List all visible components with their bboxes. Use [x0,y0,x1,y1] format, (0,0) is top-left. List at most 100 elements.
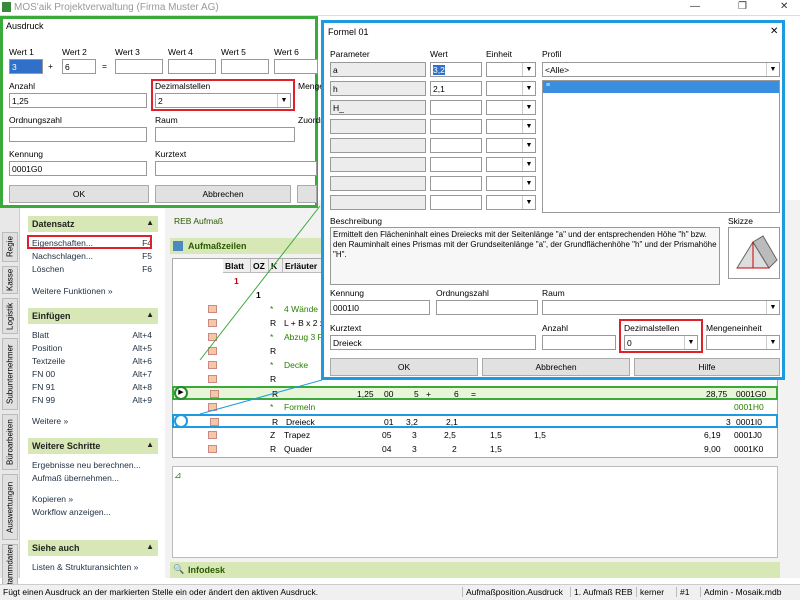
einheit-h-select[interactable]: ▼ [486,81,536,96]
col-parameter: Parameter [330,49,370,59]
minimize-icon[interactable]: — [690,1,700,12]
status-user: kerner [636,587,664,597]
tab-bueroarbeiten[interactable]: Büroarbeiten [2,414,18,470]
raum-input[interactable] [155,127,295,142]
ok-button[interactable]: OK [330,358,478,376]
chevron-down-icon[interactable]: ▼ [522,120,535,133]
restore-icon[interactable]: ❐ [738,1,747,12]
wert3-input[interactable] [115,59,163,74]
circle-icon[interactable] [174,414,188,428]
chevron-down-icon[interactable]: ▼ [522,139,535,152]
einheit-H-select[interactable]: ▼ [486,100,536,115]
tab-kasse[interactable]: Kasse [2,266,18,294]
chevron-down-icon[interactable]: ▼ [522,63,535,76]
tab-regie[interactable]: Regie [2,232,18,262]
anzahl-input[interactable]: 1,25 [9,93,147,108]
wert-H-input[interactable] [430,100,482,115]
chevron-down-icon[interactable]: ▼ [766,336,779,349]
cancel-button[interactable]: Abbrechen [482,358,630,376]
wert2-input[interactable]: 6 [62,59,96,74]
menu-fn00[interactable]: FN 00 Alt+7 [32,369,152,379]
wert-empty-input[interactable] [430,195,482,210]
einheit-empty-select[interactable]: ▼ [486,157,536,172]
einheit-a-select[interactable]: ▼ [486,62,536,77]
menu-fn91[interactable]: FN 91 Alt+8 [32,382,152,392]
einheit-empty-select[interactable]: ▼ [486,176,536,191]
cancel-button[interactable]: Abbrechen [155,185,291,203]
collapse-icon[interactable]: ▲ [146,542,154,551]
wert-empty-input[interactable] [430,138,482,153]
wert-h-input[interactable]: 2,1 [430,81,482,96]
einheit-empty-select[interactable]: ▼ [486,195,536,210]
col-oz[interactable]: OZ [251,259,269,273]
menu-textzeile[interactable]: Textzeile Alt+6 [32,356,152,366]
raum-select[interactable]: ▼ [542,300,780,315]
tab-auswertungen[interactable]: Auswertungen [2,474,18,540]
collapse-icon[interactable]: ▲ [146,310,154,319]
kurztext-input[interactable] [155,161,317,176]
table-row-active[interactable]: R 1,25 00 5 + 6 = 28,75 0001G0 [172,386,778,400]
tab-subunternehmer[interactable]: Subunternehmer [2,338,18,410]
list-item[interactable]: ≡ [543,81,779,93]
table-row[interactable]: R Quader 04 3 2 1,5 9,00 0001K0 [172,443,778,456]
close-icon[interactable]: ✕ [770,26,778,37]
menu-kopieren[interactable]: Kopieren » [32,494,152,504]
kennung-input[interactable]: 0001I0 [330,300,430,315]
play-icon[interactable]: ▶ [174,386,188,400]
chevron-down-icon[interactable]: ▼ [522,82,535,95]
ok-button[interactable]: OK [9,185,149,203]
table-row[interactable]: * Formeln 0001H0 [172,401,778,414]
ordnung-input[interactable] [436,300,538,315]
wert6-input[interactable] [274,59,318,74]
einfuegen-header[interactable]: Einfügen ▲ [28,308,158,324]
kurztext-input[interactable]: Dreieck [330,335,536,350]
profil-list[interactable]: ≡ [542,80,780,213]
menu-fn99[interactable]: FN 99 Alt+9 [32,395,152,405]
wert-empty-input[interactable] [430,176,482,191]
menu-position[interactable]: Position Alt+5 [32,343,152,353]
col-k[interactable]: K [269,259,283,273]
chevron-down-icon[interactable]: ▼ [522,196,535,209]
menu-aufmass-uebernehmen[interactable]: Aufmaß übernehmen... [32,473,152,483]
profil-select[interactable]: <Alle> ▼ [542,62,780,77]
collapse-icon[interactable]: ▲ [146,440,154,449]
menu-blatt[interactable]: Blatt Alt+4 [32,330,152,340]
menge-select[interactable]: ▼ [706,335,780,350]
wert-a-input[interactable]: 3,2 [430,62,482,77]
menu-loeschen[interactable]: Löschen F6 [32,264,152,274]
menu-weitere[interactable]: Weitere » [32,416,152,426]
ordnung-input[interactable] [9,127,147,142]
menu-ergebnisse[interactable]: Ergebnisse neu berechnen... [32,460,152,470]
chevron-down-icon[interactable]: ▼ [766,301,779,314]
einheit-empty-select[interactable]: ▼ [486,138,536,153]
wert1-input[interactable]: 3 [9,59,43,74]
infodesk-header[interactable]: Infodesk [170,562,780,578]
anzahl-input[interactable] [542,335,616,350]
collapse-icon[interactable]: ▲ [146,218,154,227]
help-button[interactable] [297,185,317,203]
einheit-empty-select[interactable]: ▼ [486,119,536,134]
weitere-schritte-header[interactable]: Weitere Schritte ▲ [28,438,158,454]
menu-nachschlagen[interactable]: Nachschlagen... F5 [32,251,152,261]
tab-logistik[interactable]: Logistik [2,298,18,334]
table-row[interactable]: Z Trapez 05 3 2,5 1,5 1,5 6,19 0001J0 [172,429,778,442]
chevron-down-icon[interactable]: ▼ [522,158,535,171]
menu-workflow[interactable]: Workflow anzeigen... [32,507,152,517]
datensatz-header[interactable]: Datensatz ▲ [28,216,158,232]
table-row-selected[interactable]: R Dreieck 01 3,2 2,1 3 0001I0 [172,414,778,428]
wert4-input[interactable] [168,59,216,74]
wert5-input[interactable] [221,59,269,74]
menu-listen[interactable]: Listen & Strukturansichten » [32,562,152,572]
reb-label: REB Aufmaß [174,216,224,226]
wert-empty-input[interactable] [430,157,482,172]
kennung-input[interactable]: 0001G0 [9,161,147,176]
wert-empty-input[interactable] [430,119,482,134]
chevron-down-icon[interactable]: ▼ [522,101,535,114]
col-blatt[interactable]: Blatt [223,259,251,273]
siehe-auch-header[interactable]: Siehe auch ▲ [28,540,158,556]
chevron-down-icon[interactable]: ▼ [522,177,535,190]
close-icon[interactable]: ✕ [780,1,788,12]
menu-weitere-funktionen[interactable]: Weitere Funktionen » [32,286,152,296]
help-button[interactable]: Hilfe [634,358,780,376]
chevron-down-icon[interactable]: ▼ [766,63,779,76]
